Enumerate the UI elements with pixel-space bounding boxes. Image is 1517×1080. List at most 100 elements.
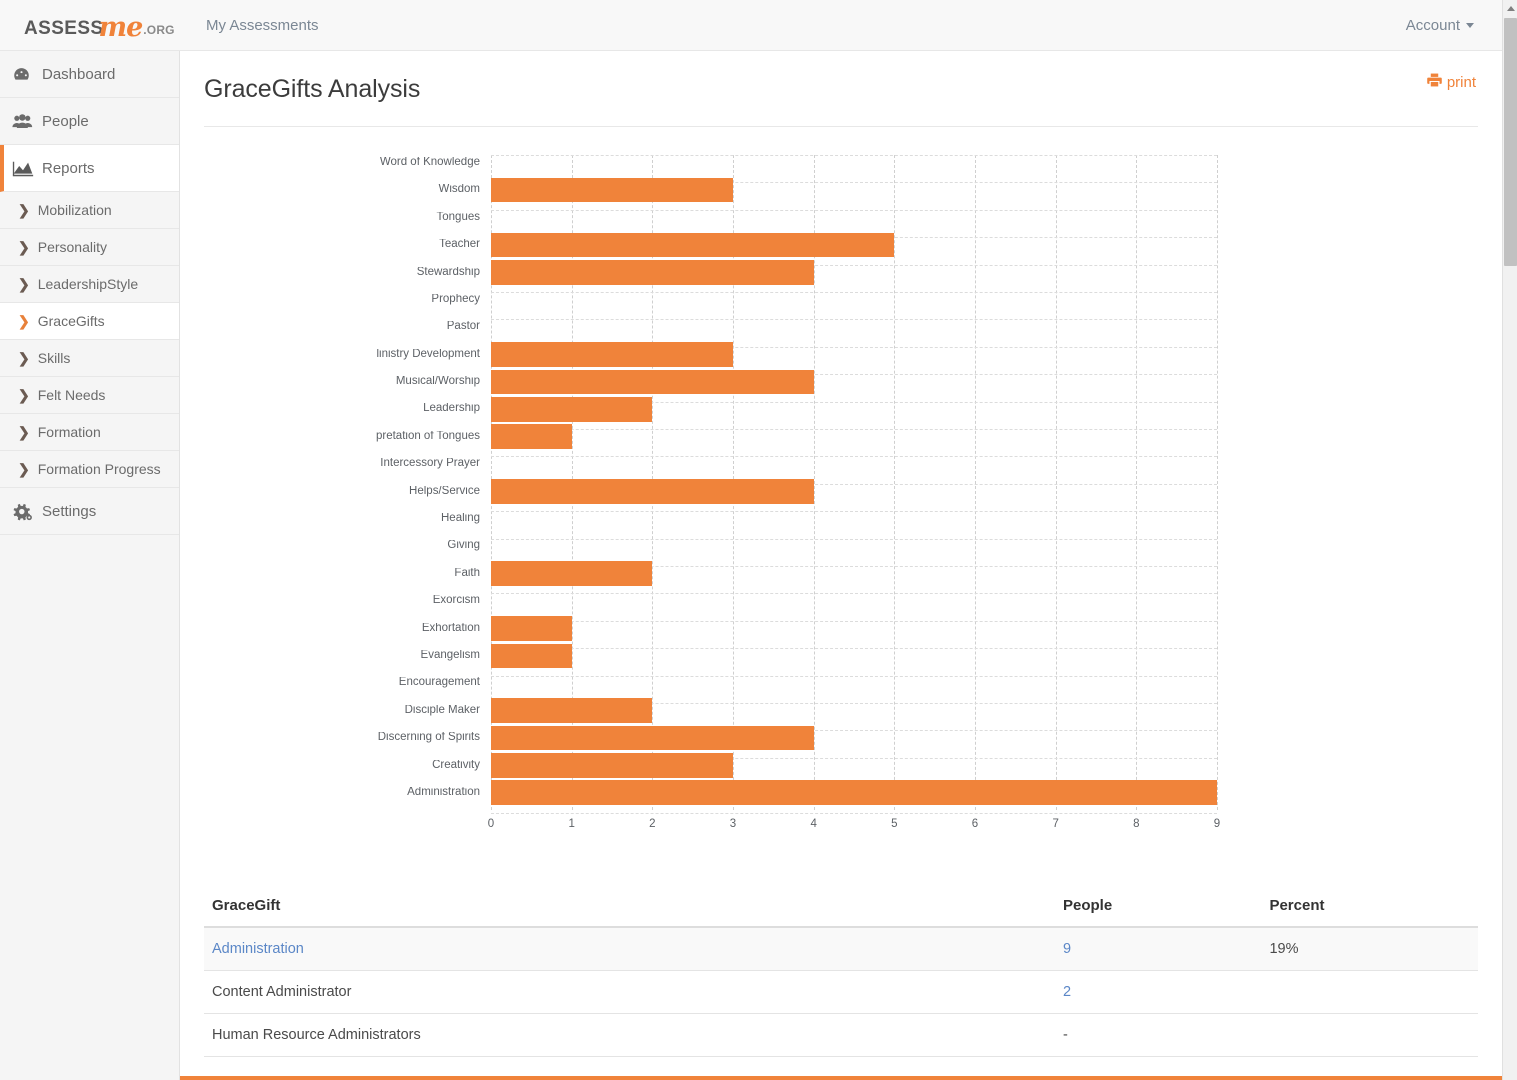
chart-bar[interactable] [491,177,733,203]
chart-category-label: Pastor [446,321,480,333]
chart-bar[interactable] [491,397,653,422]
sidebar-subitem-leadershipstyle[interactable]: ❯ LeadershipStyle [0,266,179,303]
chart-bar-track [491,341,1217,368]
people-count-link[interactable]: 2 [1063,984,1071,1000]
gracegifts-bar-chart: Word of Knowledge Wisdom Tongues Teacher Ste… [180,149,1502,839]
sidebar-item-people[interactable]: People [0,98,179,145]
chart-bar[interactable] [491,616,572,641]
site-logo[interactable]: ASSESS me .ORG [0,10,180,43]
chart-bar-row: Intercessory Prayer [180,450,1502,477]
chart-x-tick-label: 5 [891,818,898,830]
sidebar-subitem-skills[interactable]: ❯ Skills [0,340,179,377]
scrollbar-thumb[interactable] [1504,18,1517,266]
chart-x-tick-label: 8 [1133,818,1140,830]
people-count-link[interactable]: 9 [1063,941,1071,957]
sidebar-subitem-felt-needs[interactable]: ❯ Felt Needs [0,377,179,414]
chart-bar-row: Pastor [180,313,1502,340]
chart-bar[interactable] [491,260,814,285]
sidebar-item-settings[interactable]: Settings [0,488,179,535]
sidebar-subitem-formation-progress[interactable]: ❯ Formation Progress [0,451,179,488]
scroll-up-arrow-icon[interactable] [1503,0,1517,17]
chart-category-label: Leadership [423,403,480,415]
gracegifts-table-wrapper: GraceGift People Percent Administration 9… [204,887,1478,1057]
chart-bar-row: Giving [180,532,1502,559]
chart-bar-row: Musical/Worship [180,368,1502,395]
chart-bar-row: Stewardship [180,259,1502,286]
table-cell-people: - [1055,1013,1262,1057]
account-menu[interactable]: Account [1406,17,1474,34]
sidebar-item-label: Reports [42,159,95,177]
chart-plot-area: Word of Knowledge Wisdom Tongues Teacher Ste… [180,149,1502,806]
chart-bar[interactable] [491,561,653,586]
table-cell-gracegift: Human Resource Administrators [204,1013,1055,1057]
chart-bar[interactable] [491,232,895,258]
chart-category-label: Giving [447,540,480,552]
chart-bar-track [491,204,1217,231]
column-header-gracegift: GraceGift [204,887,1055,928]
print-button[interactable]: print [1427,73,1476,91]
chart-x-tick-label: 0 [487,818,495,830]
chart-bar-track [491,149,1217,176]
chart-bar[interactable] [491,342,733,367]
account-menu-label: Account [1405,16,1460,34]
chart-x-tick-label: 1 [568,818,575,830]
logo-text-org: .ORG [143,22,175,37]
chart-bar-row: Prophecy [180,286,1502,313]
header-divider [204,126,1478,127]
sidebar-subitem-formation[interactable]: ❯ Formation [0,414,179,451]
page-scrollbar[interactable] [1502,0,1517,1080]
chart-x-tick-label: 4 [810,818,817,830]
chart-bar-track [491,669,1217,696]
chart-bar-track [491,724,1217,751]
chart-bar-track [491,176,1217,203]
table-cell-gracegift: Content Administrator [204,970,1055,1014]
chart-x-tick-label: 6 [971,818,979,830]
chart-category-label: Administration [407,786,480,798]
sidebar-subitem-label: GraceGifts [37,313,105,329]
sidebar-subitem-mobilization[interactable]: ❯ Mobilization [0,192,179,229]
chart-x-tick-label: 7 [1052,818,1059,830]
sidebar-subitem-gracegifts[interactable]: ❯ GraceGifts [0,303,179,340]
chart-bar-row: Wisdom [180,176,1502,203]
chart-bar-row: Healing [180,505,1502,532]
table-cell-percent [1261,1013,1478,1057]
chart-category-label: Teacher [439,239,480,251]
chart-bar[interactable] [491,698,653,723]
chart-bar[interactable] [491,725,814,751]
table-row: Administration 9 19% [204,927,1478,971]
column-header-people: People [1055,887,1262,928]
chart-bar[interactable] [491,424,572,449]
chart-bar[interactable] [491,643,572,669]
sidebar-subitem-personality[interactable]: ❯ Personality [0,229,179,266]
chart-bar[interactable] [491,369,814,395]
chart-category-label: Exorcism [432,595,480,607]
chart-bar[interactable] [491,479,814,504]
chart-bar[interactable] [491,780,1217,805]
chart-bar-track [491,560,1217,587]
chart-bar-row: Evangelism [180,642,1502,669]
chart-category-label: Faith [454,567,480,579]
chart-bar-track [491,505,1217,532]
chart-category-label: Creativity [432,759,480,771]
sidebar-item-reports[interactable]: Reports [0,145,179,192]
nav-my-assessments[interactable]: My Assessments [196,11,329,40]
chart-category-label: Helps/Service [409,485,480,497]
sidebar-subitem-label: Formation Progress [37,461,161,477]
top-navbar: ASSESS me .ORG My Assessments Account [0,0,1502,51]
chart-bar-track [491,368,1217,395]
sidebar-subitem-label: Mobilization [37,202,112,218]
chart-x-tick-label: 9 [1213,818,1221,830]
chart-category-label: Evangelism [420,649,480,661]
chart-bar-track [491,587,1217,614]
sidebar-item-dashboard[interactable]: Dashboard [0,51,179,98]
chart-bar[interactable] [491,753,733,778]
chart-bar-track [491,752,1217,779]
chart-category-label: Musical/Worship [395,376,480,388]
chart-category-label: Healing [441,513,480,525]
sidebar-subitem-label: Formation [37,424,101,440]
sidebar-subitem-label: Personality [37,239,107,255]
table-row: Human Resource Administrators - [204,1013,1478,1057]
chart-bar-track [491,396,1217,423]
chart-bar-track [491,532,1217,559]
gracegift-link[interactable]: Administration [212,941,304,957]
